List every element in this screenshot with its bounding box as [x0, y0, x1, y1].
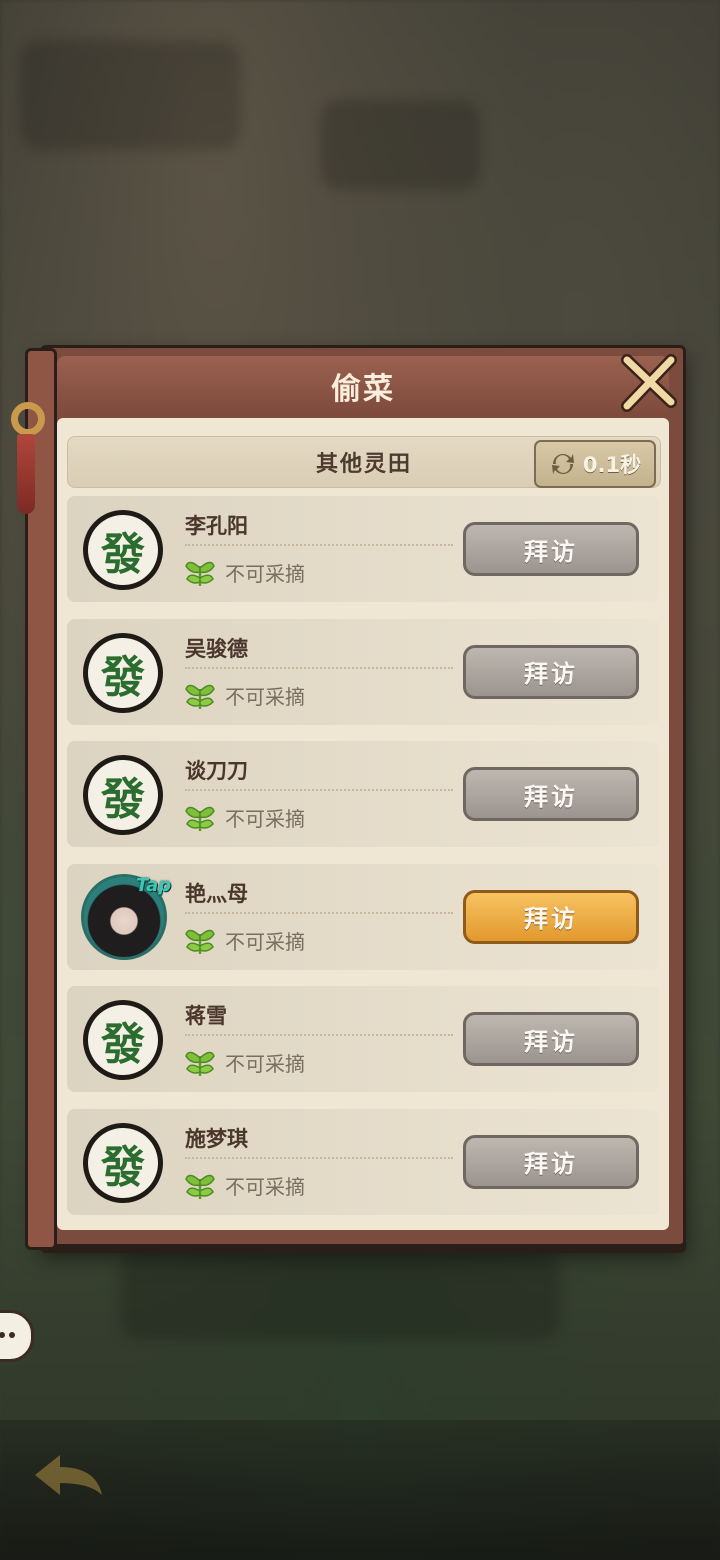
player-name: 吴骏德 [185, 636, 248, 661]
harvest-status: 不可采摘 [225, 929, 305, 954]
leaf-icon [183, 1167, 217, 1201]
visit-button[interactable]: 拜访 [463, 1134, 639, 1189]
refresh-timer-button[interactable]: 0.1秒 [534, 440, 656, 488]
leaf-icon [183, 922, 217, 956]
divider [185, 789, 453, 791]
avatar-glyph: 發 [88, 637, 158, 708]
avatar-glyph: 發 [88, 1005, 158, 1075]
harvest-status: 不可采摘 [225, 807, 305, 831]
background-building [320, 100, 480, 190]
refresh-icon [551, 454, 574, 474]
leaf-icon [183, 677, 217, 711]
player-row: 發 蒋雪不可采摘 拜访 [67, 986, 659, 1092]
timer-text: 0.1秒 [582, 453, 642, 477]
divider [185, 1034, 453, 1036]
leaf-icon [183, 799, 217, 833]
sub-header: 其他灵田 0.1秒 [67, 436, 661, 488]
close-x-icon[interactable] [617, 352, 679, 414]
tap-badge: Tap [136, 874, 172, 896]
harvest-status: 不可采摘 [225, 562, 305, 586]
title-bar: 偷菜 [57, 356, 669, 416]
harvest-status: 不可采摘 [225, 684, 305, 709]
player-name: 施梦琪 [185, 1126, 248, 1151]
divider [185, 1156, 453, 1159]
bottom-navigation [0, 1420, 720, 1560]
tassel-icon [17, 434, 35, 514]
avatar-glyph: 發 [88, 515, 158, 585]
player-row: 發 吴骏德不可采摘 拜访 [67, 618, 659, 725]
divider [185, 666, 453, 669]
divider [185, 911, 453, 914]
player-name: 蒋雪 [185, 1004, 227, 1028]
avatar: 發 [83, 755, 163, 835]
divider [185, 544, 453, 546]
leaf-icon [183, 1044, 217, 1078]
back-arrow-icon[interactable] [30, 1450, 110, 1500]
player-row: Tap 艳灬母不可采摘 拜访 [67, 863, 659, 970]
visit-button[interactable]: 拜访 [463, 644, 639, 699]
avatar: 發 [83, 510, 163, 590]
visit-button[interactable]: 拜访 [463, 522, 639, 576]
player-row: 發 施梦琪不可采摘 拜访 [67, 1108, 659, 1215]
avatar: 發 [83, 1000, 163, 1080]
avatar: 發 [83, 632, 163, 713]
avatar-glyph: 發 [88, 760, 158, 830]
harvest-status: 不可采摘 [225, 1174, 305, 1199]
avatar: 發 [83, 1122, 163, 1203]
avatar-glyph: 發 [88, 1127, 158, 1198]
visit-button[interactable]: 拜访 [463, 889, 639, 944]
panel-title: 偷菜 [331, 372, 395, 407]
ring-icon [11, 402, 45, 436]
sub-title: 其他灵田 [315, 452, 412, 477]
visit-button[interactable]: 拜访 [463, 1012, 639, 1066]
avatar: Tap [81, 873, 171, 960]
player-name: 李孔阳 [185, 514, 248, 538]
panel-content: 其他灵田 0.1秒 發李孔阳 不可采摘 拜访發吴骏德 不可采摘 拜访發谈刀刀 不可采摘 拜访… [57, 418, 669, 1230]
harvest-status: 不可采摘 [225, 1052, 305, 1076]
player-row: 發 李孔阳不可采摘 拜访 [67, 496, 659, 602]
player-row: 發 谈刀刀不可采摘 拜访 [67, 741, 659, 847]
player-name: 艳灬母 [185, 881, 248, 906]
steal-vegetables-panel: 偷菜 其他灵田 0.1秒 發李孔阳 不可采摘 拜访發吴骏德 不可采摘 拜访發谈刀刀 不可采… [11, 345, 686, 1250]
leaf-icon [183, 554, 217, 588]
background-table [120, 1250, 560, 1340]
background-building [20, 40, 240, 150]
visit-button[interactable]: 拜访 [463, 767, 639, 821]
player-name: 谈刀刀 [185, 759, 248, 783]
